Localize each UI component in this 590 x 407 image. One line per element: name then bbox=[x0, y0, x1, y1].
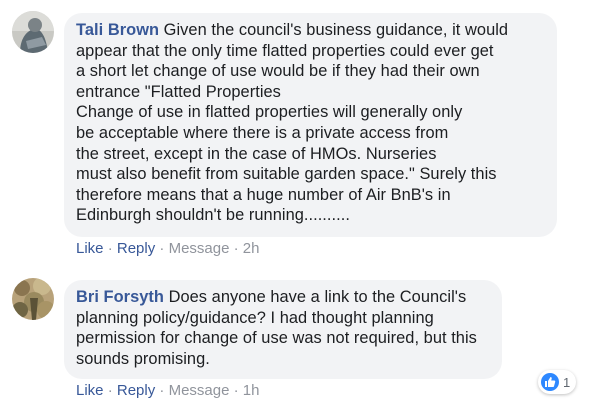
comment-actions: Like · Reply · Message · 1h bbox=[76, 382, 259, 399]
comment-actions: Like · Reply · Message · 2h bbox=[76, 240, 259, 257]
comment-bubble: Tali Brown Given the council's business … bbox=[64, 13, 557, 237]
reaction-count-value: 1 bbox=[563, 374, 571, 390]
timestamp[interactable]: 1h bbox=[243, 382, 260, 399]
comment-text: the street, except in the case of HMOs. … bbox=[76, 144, 437, 163]
message-link[interactable]: Message bbox=[169, 240, 230, 257]
like-link[interactable]: Like bbox=[76, 240, 104, 257]
comment-bubble: Bri Forsyth Does anyone have a link to t… bbox=[64, 280, 502, 379]
comment-text: Edinburgh shouldn't be running.......... bbox=[76, 206, 350, 225]
comment-text: Given the council's business guidance, i… bbox=[163, 21, 509, 39]
thumbs-up-icon bbox=[541, 373, 559, 391]
comment-text: appear that the only time flatted proper… bbox=[76, 41, 494, 60]
comment-text: Does anyone have a link to the Council's bbox=[168, 288, 467, 306]
reaction-count[interactable]: 1 bbox=[538, 370, 577, 394]
separator: · bbox=[107, 240, 113, 257]
comment-text: therefore means that a huge number of Ai… bbox=[76, 185, 451, 204]
avatar[interactable] bbox=[12, 278, 54, 320]
comment-text: sounds promising. bbox=[76, 349, 210, 368]
separator: · bbox=[159, 240, 165, 257]
message-link[interactable]: Message bbox=[169, 382, 230, 399]
comment-text: a short let change of use would be if th… bbox=[76, 62, 480, 81]
comment-text: planning policy/guidance? I had thought … bbox=[76, 308, 434, 327]
separator: · bbox=[233, 382, 239, 399]
reply-link[interactable]: Reply bbox=[117, 382, 155, 399]
reply-link[interactable]: Reply bbox=[117, 240, 155, 257]
comment-text: Change of use in flatted properties will… bbox=[76, 103, 463, 122]
timestamp[interactable]: 2h bbox=[243, 240, 260, 257]
comment-author[interactable]: Bri Forsyth bbox=[76, 288, 164, 306]
comment-text: entrance "Flatted Properties bbox=[76, 82, 281, 101]
separator: · bbox=[159, 382, 165, 399]
comment-text: must also benefit from suitable garden s… bbox=[76, 165, 497, 184]
comment-line: Tali Brown Given the council's business … bbox=[76, 20, 545, 41]
comment-text: be acceptable where there is a private a… bbox=[76, 123, 449, 142]
comment-text: permission for change of use was not req… bbox=[76, 329, 477, 348]
comment-author[interactable]: Tali Brown bbox=[76, 21, 159, 39]
comment-line: Bri Forsyth Does anyone have a link to t… bbox=[76, 287, 490, 308]
like-link[interactable]: Like bbox=[76, 382, 104, 399]
separator: · bbox=[107, 382, 113, 399]
separator: · bbox=[233, 240, 239, 257]
avatar[interactable] bbox=[12, 11, 54, 53]
